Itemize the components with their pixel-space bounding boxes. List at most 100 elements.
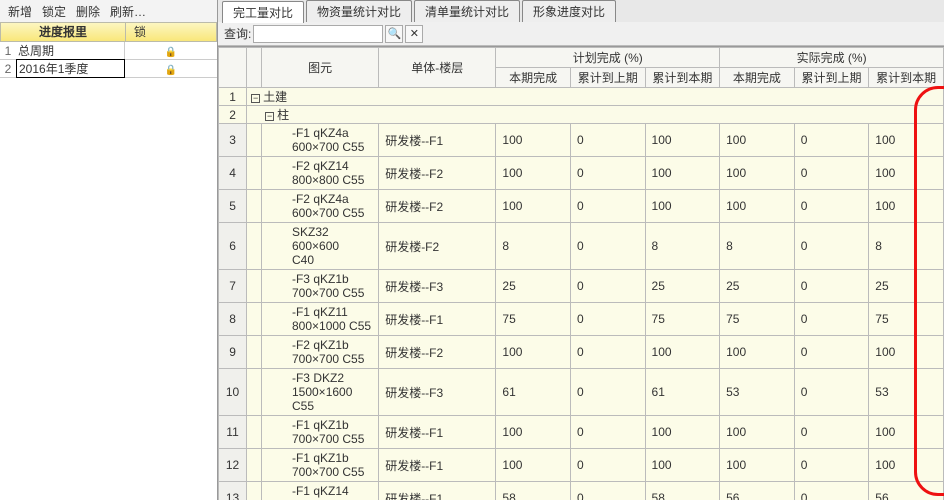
floor-cell: 研发楼--F2 (379, 190, 496, 223)
actual-prev: 0 (794, 270, 869, 303)
plan-prev: 0 (570, 303, 645, 336)
search-input[interactable] (253, 25, 383, 43)
tab-bar: 完工量对比物资量统计对比清单量统计对比形象进度对比 (218, 0, 944, 22)
table-row[interactable]: 3-F1 qKZ4a600×700 C55研发楼--F1100010010001… (219, 124, 944, 157)
left-row[interactable]: 1总周期 (0, 42, 217, 60)
right-panel: 完工量对比物资量统计对比清单量统计对比形象进度对比 查询: 🔍 ✕ 图元 单体-… (218, 0, 944, 500)
table-row[interactable]: 10-F3 DKZ21500×1600 C55研发楼--F36106153053 (219, 369, 944, 416)
actual-prev: 0 (794, 124, 869, 157)
col-actual-total: 累计到本期 (869, 68, 944, 88)
search-row: 查询: 🔍 ✕ (218, 22, 944, 46)
element-cell: -F2 qKZ14800×800 C55 (261, 157, 378, 190)
group-row[interactable]: 1−土建 (219, 88, 944, 106)
collapse-icon[interactable]: − (251, 94, 260, 103)
element-cell: -F1 qKZ1b700×700 C55 (261, 449, 378, 482)
actual-prev: 0 (794, 449, 869, 482)
data-grid[interactable]: 图元 单体-楼层 计划完成 (%) 实际完成 (%) 本期完成 累计到上期 累计… (218, 46, 944, 500)
blank-cell (247, 124, 262, 157)
lock-icon (125, 62, 217, 76)
plan-current: 100 (496, 449, 571, 482)
actual-current: 25 (720, 270, 795, 303)
table-row[interactable]: 7-F3 qKZ1b700×700 C55研发楼--F32502525025 (219, 270, 944, 303)
plan-current: 100 (496, 416, 571, 449)
table-row[interactable]: 4-F2 qKZ14800×800 C55研发楼--F2100010010001… (219, 157, 944, 190)
floor-cell: 研发楼--F1 (379, 303, 496, 336)
row-num: 3 (219, 124, 247, 157)
left-header: 进度报里 锁 (0, 22, 217, 42)
plan-prev: 0 (570, 449, 645, 482)
table-row[interactable]: 12-F1 qKZ1b700×700 C55研发楼--F110001001000… (219, 449, 944, 482)
left-row[interactable]: 22016年1季度 (0, 60, 217, 78)
plan-current: 58 (496, 482, 571, 500)
row-index: 2 (0, 62, 16, 76)
floor-cell: 研发楼--F2 (379, 336, 496, 369)
blank-cell (247, 416, 262, 449)
row-name: 2016年1季度 (16, 59, 125, 78)
row-num: 13 (219, 482, 247, 500)
tab[interactable]: 完工量对比 (222, 1, 304, 23)
table-row[interactable]: 5-F2 qKZ4a600×700 C55研发楼--F2100010010001… (219, 190, 944, 223)
delete-button[interactable]: 删除 (72, 3, 104, 20)
actual-current: 100 (720, 124, 795, 157)
actual-current: 75 (720, 303, 795, 336)
plan-prev: 0 (570, 190, 645, 223)
col-actual-prev: 累计到上期 (794, 68, 869, 88)
plan-current: 61 (496, 369, 571, 416)
col-actual-current: 本期完成 (720, 68, 795, 88)
actual-prev: 0 (794, 157, 869, 190)
table-row[interactable]: 6SKZ32 600×600C40研发楼-F2808808 (219, 223, 944, 270)
element-cell: -F3 qKZ1b700×700 C55 (261, 270, 378, 303)
lock-icon (125, 44, 217, 58)
tab[interactable]: 清单量统计对比 (414, 0, 520, 22)
actual-prev: 0 (794, 336, 869, 369)
tab[interactable]: 形象进度对比 (522, 0, 616, 22)
search-icon[interactable]: 🔍 (385, 25, 403, 43)
actual-prev: 0 (794, 223, 869, 270)
element-cell: -F1 qKZ4a600×700 C55 (261, 124, 378, 157)
plan-total: 75 (645, 303, 720, 336)
element-cell: SKZ32 600×600C40 (261, 223, 378, 270)
actual-prev: 0 (794, 303, 869, 336)
row-num: 9 (219, 336, 247, 369)
table-row[interactable]: 11-F1 qKZ1b700×700 C55研发楼--F110001001000… (219, 416, 944, 449)
plan-total: 61 (645, 369, 720, 416)
element-cell: -F1 qKZ14800×800 C55 (261, 482, 378, 500)
plan-prev: 0 (570, 416, 645, 449)
blank-cell (247, 303, 262, 336)
actual-total: 100 (869, 124, 944, 157)
left-toolbar: 新增 锁定 删除 刷新… (0, 0, 217, 22)
floor-cell: 研发楼--F1 (379, 416, 496, 449)
col-plan-total: 累计到本期 (645, 68, 720, 88)
collapse-icon[interactable]: − (265, 112, 274, 121)
row-num: 11 (219, 416, 247, 449)
actual-current: 56 (720, 482, 795, 500)
blank-cell (247, 449, 262, 482)
plan-total: 100 (645, 449, 720, 482)
actual-total: 100 (869, 336, 944, 369)
floor-cell: 研发楼--F1 (379, 124, 496, 157)
actual-total: 53 (869, 369, 944, 416)
table-row[interactable]: 9-F2 qKZ1b700×700 C55研发楼--F2100010010001… (219, 336, 944, 369)
actual-prev: 0 (794, 369, 869, 416)
refresh-button[interactable]: 刷新… (106, 3, 150, 20)
table-row[interactable]: 8-F1 qKZ11800×1000 C55研发楼--F17507575075 (219, 303, 944, 336)
floor-cell: 研发楼--F1 (379, 482, 496, 500)
tab[interactable]: 物资量统计对比 (306, 0, 412, 22)
actual-prev: 0 (794, 416, 869, 449)
lock-button[interactable]: 锁定 (38, 3, 70, 20)
row-num: 8 (219, 303, 247, 336)
col-element: 图元 (261, 48, 378, 88)
new-button[interactable]: 新增 (4, 3, 36, 20)
plan-total: 100 (645, 157, 720, 190)
group-row[interactable]: 2−柱 (219, 106, 944, 124)
actual-total: 100 (869, 190, 944, 223)
row-num: 10 (219, 369, 247, 416)
floor-cell: 研发楼--F2 (379, 157, 496, 190)
blank-cell (247, 482, 262, 500)
table-row[interactable]: 13-F1 qKZ14800×800 C55研发楼--F15805856056 (219, 482, 944, 500)
col-group-plan: 计划完成 (%) (496, 48, 720, 68)
clear-icon[interactable]: ✕ (405, 25, 423, 43)
plan-total: 100 (645, 190, 720, 223)
row-num: 4 (219, 157, 247, 190)
plan-current: 75 (496, 303, 571, 336)
